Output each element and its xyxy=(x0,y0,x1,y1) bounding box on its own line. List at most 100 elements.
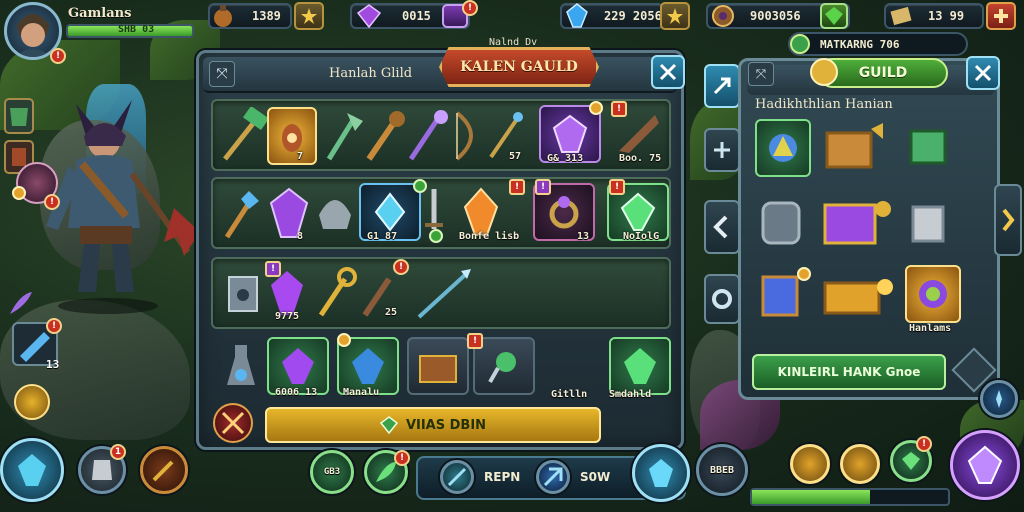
guild-panel-heading: Hadikhthlian Hanian xyxy=(755,97,893,112)
ultimate-skill-button[interactable] xyxy=(950,430,1020,500)
add-tab-button[interactable] xyxy=(704,128,740,172)
guild-primary-button[interactable]: KINLEIRL HANK Gnoe xyxy=(752,354,946,390)
share-button[interactable] xyxy=(704,64,740,108)
treasure-chest-icon[interactable] xyxy=(821,119,889,177)
weapon-button[interactable] xyxy=(140,446,188,494)
helmet-icon[interactable] xyxy=(313,185,357,243)
add-crystal-button[interactable] xyxy=(660,2,690,30)
sell-button[interactable] xyxy=(213,403,253,443)
panel-header xyxy=(203,57,677,93)
crossed-swords-icon xyxy=(221,411,245,435)
xp-text: SHB 03 xyxy=(118,24,155,35)
royal-chest-icon[interactable] xyxy=(821,191,897,253)
add-scroll-button[interactable] xyxy=(986,2,1016,30)
mace-icon[interactable] xyxy=(363,107,407,165)
guild-button-label: GUILD xyxy=(858,65,908,81)
green-badge xyxy=(429,229,443,243)
gold-chest-icon[interactable] xyxy=(821,267,897,325)
lantern-icon[interactable] xyxy=(219,265,267,323)
armor-badge: 1 xyxy=(110,444,126,460)
guild-close-button[interactable] xyxy=(966,56,1000,90)
gold-shield-button[interactable] xyxy=(14,384,50,420)
key-icon[interactable] xyxy=(313,265,359,323)
slot-label: Gitlln xyxy=(551,389,588,400)
prev-page-button[interactable] xyxy=(704,200,740,254)
slot-count: 9775 xyxy=(275,311,300,322)
emerald-icon xyxy=(624,348,656,384)
blue-crystal-icon xyxy=(566,3,588,28)
ice-icon xyxy=(543,467,563,487)
potion-icon xyxy=(214,5,232,27)
hammer-icon[interactable] xyxy=(219,107,269,165)
relic-label: Hanlams xyxy=(909,323,952,334)
add-potion-button[interactable] xyxy=(294,2,324,30)
banner-caption: Nalnd Dv xyxy=(489,37,538,48)
coin-badge xyxy=(589,101,603,115)
slot-price: NoIolG xyxy=(623,231,660,242)
helm-button[interactable]: BBEB xyxy=(696,444,748,496)
relic-icon xyxy=(919,280,947,308)
flask-icon[interactable] xyxy=(221,341,261,393)
feather-button[interactable] xyxy=(440,460,474,494)
guild-slot-relic[interactable] xyxy=(905,265,961,323)
axe-icon[interactable] xyxy=(321,107,365,165)
tab-label[interactable]: Hanlah Glild xyxy=(329,66,412,81)
gather-button[interactable]: GB3 xyxy=(310,450,354,494)
next-page-button[interactable] xyxy=(994,184,1022,256)
mana-crystal-button[interactable] xyxy=(632,444,690,502)
alert-badge: ! xyxy=(467,333,483,349)
expand-icon[interactable]: ⤧ xyxy=(748,62,774,86)
chest-button[interactable] xyxy=(840,444,880,484)
horn-icon[interactable] xyxy=(615,111,663,155)
coin-badge xyxy=(12,186,26,200)
guild-slot-emblem[interactable] xyxy=(755,119,811,177)
item-slot-emerald-2[interactable] xyxy=(609,337,671,395)
guild-emblem-icon xyxy=(790,34,810,54)
alert-badge: ! xyxy=(609,179,625,195)
coin-badge xyxy=(337,333,351,347)
backpack-icon[interactable] xyxy=(755,195,811,253)
item-slot-amulet[interactable] xyxy=(267,107,317,165)
skill-badge: ! xyxy=(46,318,62,334)
expand-icon[interactable]: ⤧ xyxy=(209,61,235,87)
stone-block-icon[interactable] xyxy=(905,195,957,253)
violet-crystal-icon[interactable] xyxy=(265,185,313,243)
star-icon xyxy=(667,8,683,24)
compass-button[interactable] xyxy=(980,380,1018,418)
bow-icon[interactable] xyxy=(447,107,487,165)
green-gem-button[interactable] xyxy=(820,3,848,29)
purple-gem-icon xyxy=(356,4,382,29)
guild-banner: KALEN GAULD xyxy=(439,47,599,87)
item-slot-treasure-chest[interactable] xyxy=(407,337,469,395)
ring-icon xyxy=(549,196,579,229)
close-button[interactable] xyxy=(651,55,685,89)
ice-button[interactable] xyxy=(536,460,570,494)
scroll-icon xyxy=(890,6,912,26)
green-crate-icon[interactable] xyxy=(901,119,957,177)
skill-count: 13 xyxy=(46,358,60,371)
torch-icon[interactable] xyxy=(219,187,263,243)
map-button[interactable] xyxy=(4,98,34,134)
staff-icon[interactable] xyxy=(405,107,449,165)
purple-badge: ! xyxy=(265,261,281,277)
buy-button-label: VIIAS DBIN xyxy=(405,417,487,433)
spear-icon[interactable] xyxy=(413,265,473,323)
gold-button[interactable] xyxy=(790,444,830,484)
guild-button[interactable]: GUILD xyxy=(810,58,948,88)
guild-status-label: MATKARNG 706 xyxy=(820,38,900,51)
crystal-skill-button[interactable] xyxy=(0,438,64,502)
buy-button[interactable]: VIIAS DBIN xyxy=(265,407,601,443)
guild-primary-label: KINLEIRL HANK Gnoe xyxy=(777,365,921,379)
crystal-count: 229 2056 xyxy=(604,9,662,23)
crystal-icon xyxy=(649,459,673,487)
gem-icon xyxy=(379,416,398,434)
quick-label-b: S0W xyxy=(580,470,611,484)
purple-gem-count: 0015 xyxy=(402,9,431,23)
settings-button[interactable] xyxy=(704,274,740,324)
companion-badge: ! xyxy=(44,194,60,210)
scroll-count: 13 99 xyxy=(928,9,965,23)
gather-count: GB3 xyxy=(323,467,341,477)
purple-badge: ! xyxy=(535,179,551,195)
stamina-bar xyxy=(750,488,950,506)
banner-title: KALEN GAULD xyxy=(460,59,578,75)
